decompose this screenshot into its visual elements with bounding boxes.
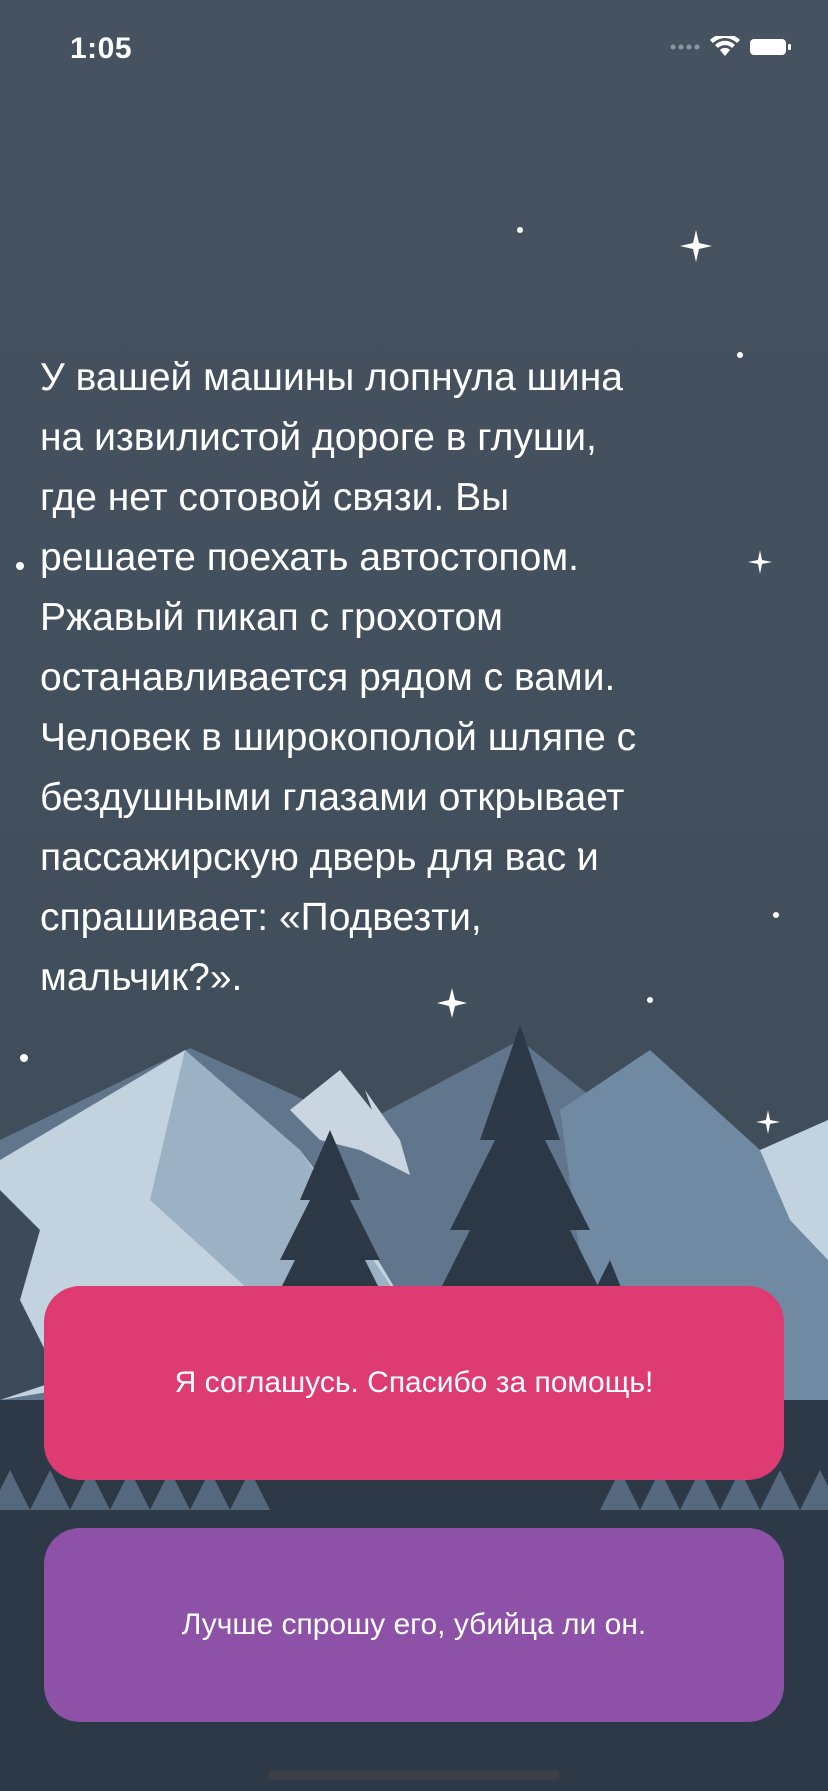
battery-icon [750,39,791,55]
star-dot [517,227,523,233]
status-icons [670,36,792,58]
choice-button-ask[interactable]: Лучше спрошу его, убийца ли он. [44,1528,784,1722]
star-dot [16,562,24,570]
status-bar: 1:05 [0,0,828,100]
wifi-icon [710,36,740,56]
story-text: У вашей машины лопнула шина на извилисто… [40,356,637,999]
status-time: 1:05 [70,32,133,65]
star-sparkle [756,1110,780,1134]
star-dot [20,1054,28,1062]
signal-dots-icon [670,44,700,50]
app-screen: 1:05 У вашей машины лопнула шина на изви… [0,0,828,1791]
star-sparkle [680,230,712,262]
home-indicator [268,1770,560,1780]
choice-button-agree[interactable]: Я соглашусь. Спасибо за помощь! [44,1286,784,1480]
